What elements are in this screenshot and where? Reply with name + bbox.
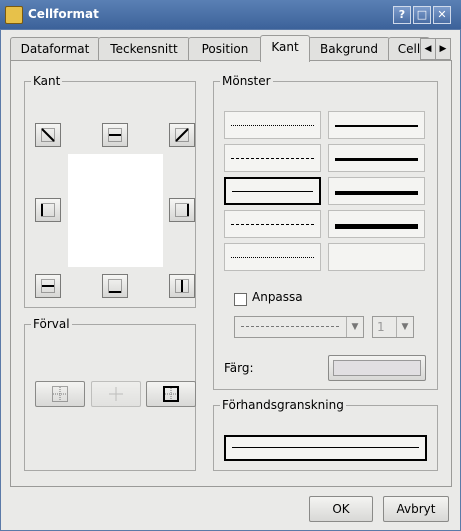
tab-bakgrund[interactable]: Bakgrund	[308, 37, 390, 60]
ok-label: OK	[332, 502, 350, 516]
border-preview-area[interactable]	[68, 154, 163, 267]
pattern-thick[interactable]	[328, 177, 425, 205]
forval-group: Förval	[24, 317, 196, 471]
kant-group: Kant	[24, 74, 196, 308]
pattern-dashed[interactable]	[224, 144, 321, 172]
kant-group-label: Kant	[31, 74, 63, 88]
horizontal-inner-icon	[108, 128, 122, 142]
pattern-extra-thick[interactable]	[328, 210, 425, 238]
line-preview	[224, 435, 427, 461]
pattern-solid-selected[interactable]	[224, 177, 321, 205]
border-diagonal-up-button[interactable]	[169, 123, 195, 147]
border-bottom-icon	[108, 279, 122, 293]
tab-kant[interactable]: Kant	[260, 35, 310, 62]
monster-group-label: Mönster	[220, 74, 273, 88]
border-diagonal-down-button[interactable]	[35, 123, 61, 147]
forval-group-label: Förval	[31, 317, 72, 331]
pattern-select-preview	[241, 326, 339, 327]
border-horizontal-inner-button[interactable]	[102, 123, 128, 147]
maximize-button[interactable]: □	[413, 6, 431, 24]
pattern-medium[interactable]	[328, 144, 425, 172]
chevron-down-icon: ▼	[346, 317, 363, 337]
pattern-dotted[interactable]	[224, 111, 321, 139]
cancel-label: Avbryt	[396, 502, 436, 516]
monster-group: Mönster Anpassa ▼ 1 ▼ Färg:	[213, 74, 438, 390]
tab-teckensnitt[interactable]: Teckensnitt	[98, 37, 190, 60]
title-bar: Cellformat ? □ ✕	[0, 0, 461, 29]
kant-panel: Kant Förval Mönster Anpassa ▼ 1 ▼ Färg: …	[10, 60, 452, 487]
pattern-dash-dot-dot[interactable]	[224, 243, 321, 271]
tab-dataformat[interactable]: Dataformat	[10, 37, 100, 60]
tab-bar: Dataformat Teckensnitt Position Kant Bak…	[10, 35, 451, 62]
border-bottom-button[interactable]	[102, 274, 128, 298]
pattern-none[interactable]	[328, 243, 425, 271]
anpassa-label: Anpassa	[252, 290, 303, 304]
tab-position[interactable]: Position	[188, 37, 262, 60]
preset-none-button[interactable]	[35, 381, 85, 407]
ok-button[interactable]: OK	[309, 496, 373, 522]
border-right-icon	[175, 203, 189, 217]
color-swatch	[333, 360, 421, 376]
width-spinbox[interactable]: 1 ▼	[372, 316, 414, 338]
border-top-icon	[41, 279, 55, 293]
border-left-icon	[41, 203, 55, 217]
border-vertical-inner-button[interactable]	[169, 274, 195, 298]
preview-group: Förhandsgranskning	[213, 398, 438, 471]
diagonal-up-icon	[175, 128, 189, 142]
chevron-down-icon: ▼	[396, 317, 413, 337]
line-preview-stroke	[232, 447, 419, 448]
anpassa-checkbox[interactable]	[234, 293, 247, 306]
preset-inner-icon	[109, 387, 123, 401]
width-value: 1	[377, 320, 385, 334]
tab-scroll-left-button[interactable]: ◀	[420, 38, 436, 60]
preset-inner-button[interactable]	[91, 381, 141, 407]
farg-label: Färg:	[224, 361, 254, 375]
border-right-button[interactable]	[169, 198, 195, 222]
diagonal-down-icon	[41, 128, 55, 142]
color-button[interactable]	[328, 355, 426, 381]
tab-scroll-right-button[interactable]: ▶	[435, 38, 451, 60]
preset-none-icon	[52, 386, 68, 402]
cancel-button[interactable]: Avbryt	[383, 496, 449, 522]
pattern-dash-dot[interactable]	[224, 210, 321, 238]
preview-group-label: Förhandsgranskning	[220, 398, 346, 412]
preset-outline-button[interactable]	[146, 381, 196, 407]
preset-outline-icon	[163, 386, 179, 402]
pattern-select[interactable]: ▼	[234, 316, 364, 338]
close-button[interactable]: ✕	[433, 6, 451, 24]
help-button[interactable]: ?	[393, 6, 411, 24]
border-left-button[interactable]	[35, 198, 61, 222]
vertical-inner-icon	[175, 279, 189, 293]
pattern-thin[interactable]	[328, 111, 425, 139]
app-icon	[5, 6, 23, 24]
border-top-button[interactable]	[35, 274, 61, 298]
window-title: Cellformat	[28, 7, 99, 21]
